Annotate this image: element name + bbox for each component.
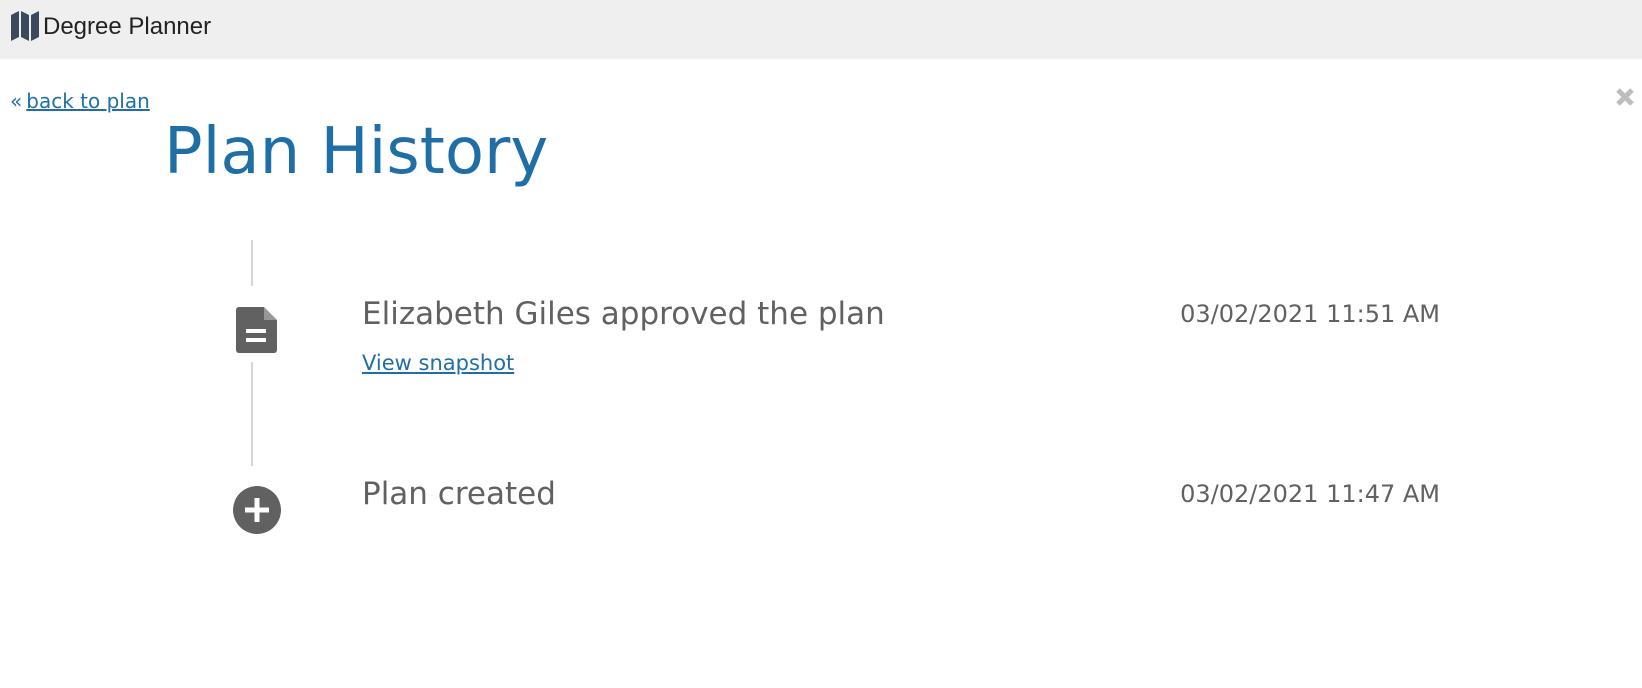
event-title: Elizabeth Giles approved the plan xyxy=(362,296,885,332)
event-timestamp: 03/02/2021 11:51 AM xyxy=(1180,300,1440,328)
map-icon xyxy=(11,11,39,41)
page-title: Plan History xyxy=(164,115,549,189)
plus-circle-icon xyxy=(233,486,281,534)
back-to-plan-label: back to plan xyxy=(26,89,150,113)
app-title: Degree Planner xyxy=(43,13,212,40)
timeline-line xyxy=(251,362,253,466)
timeline-line xyxy=(251,240,253,286)
top-bar: Degree Planner xyxy=(0,0,1642,59)
back-to-plan-link[interactable]: «back to plan xyxy=(10,87,150,115)
double-chevron-left-icon: « xyxy=(10,89,23,113)
document-icon xyxy=(236,307,277,353)
close-icon[interactable] xyxy=(1614,86,1636,108)
event-title: Plan created xyxy=(362,476,556,512)
event-timestamp: 03/02/2021 11:47 AM xyxy=(1180,480,1440,508)
view-snapshot-link[interactable]: View snapshot xyxy=(362,349,514,377)
